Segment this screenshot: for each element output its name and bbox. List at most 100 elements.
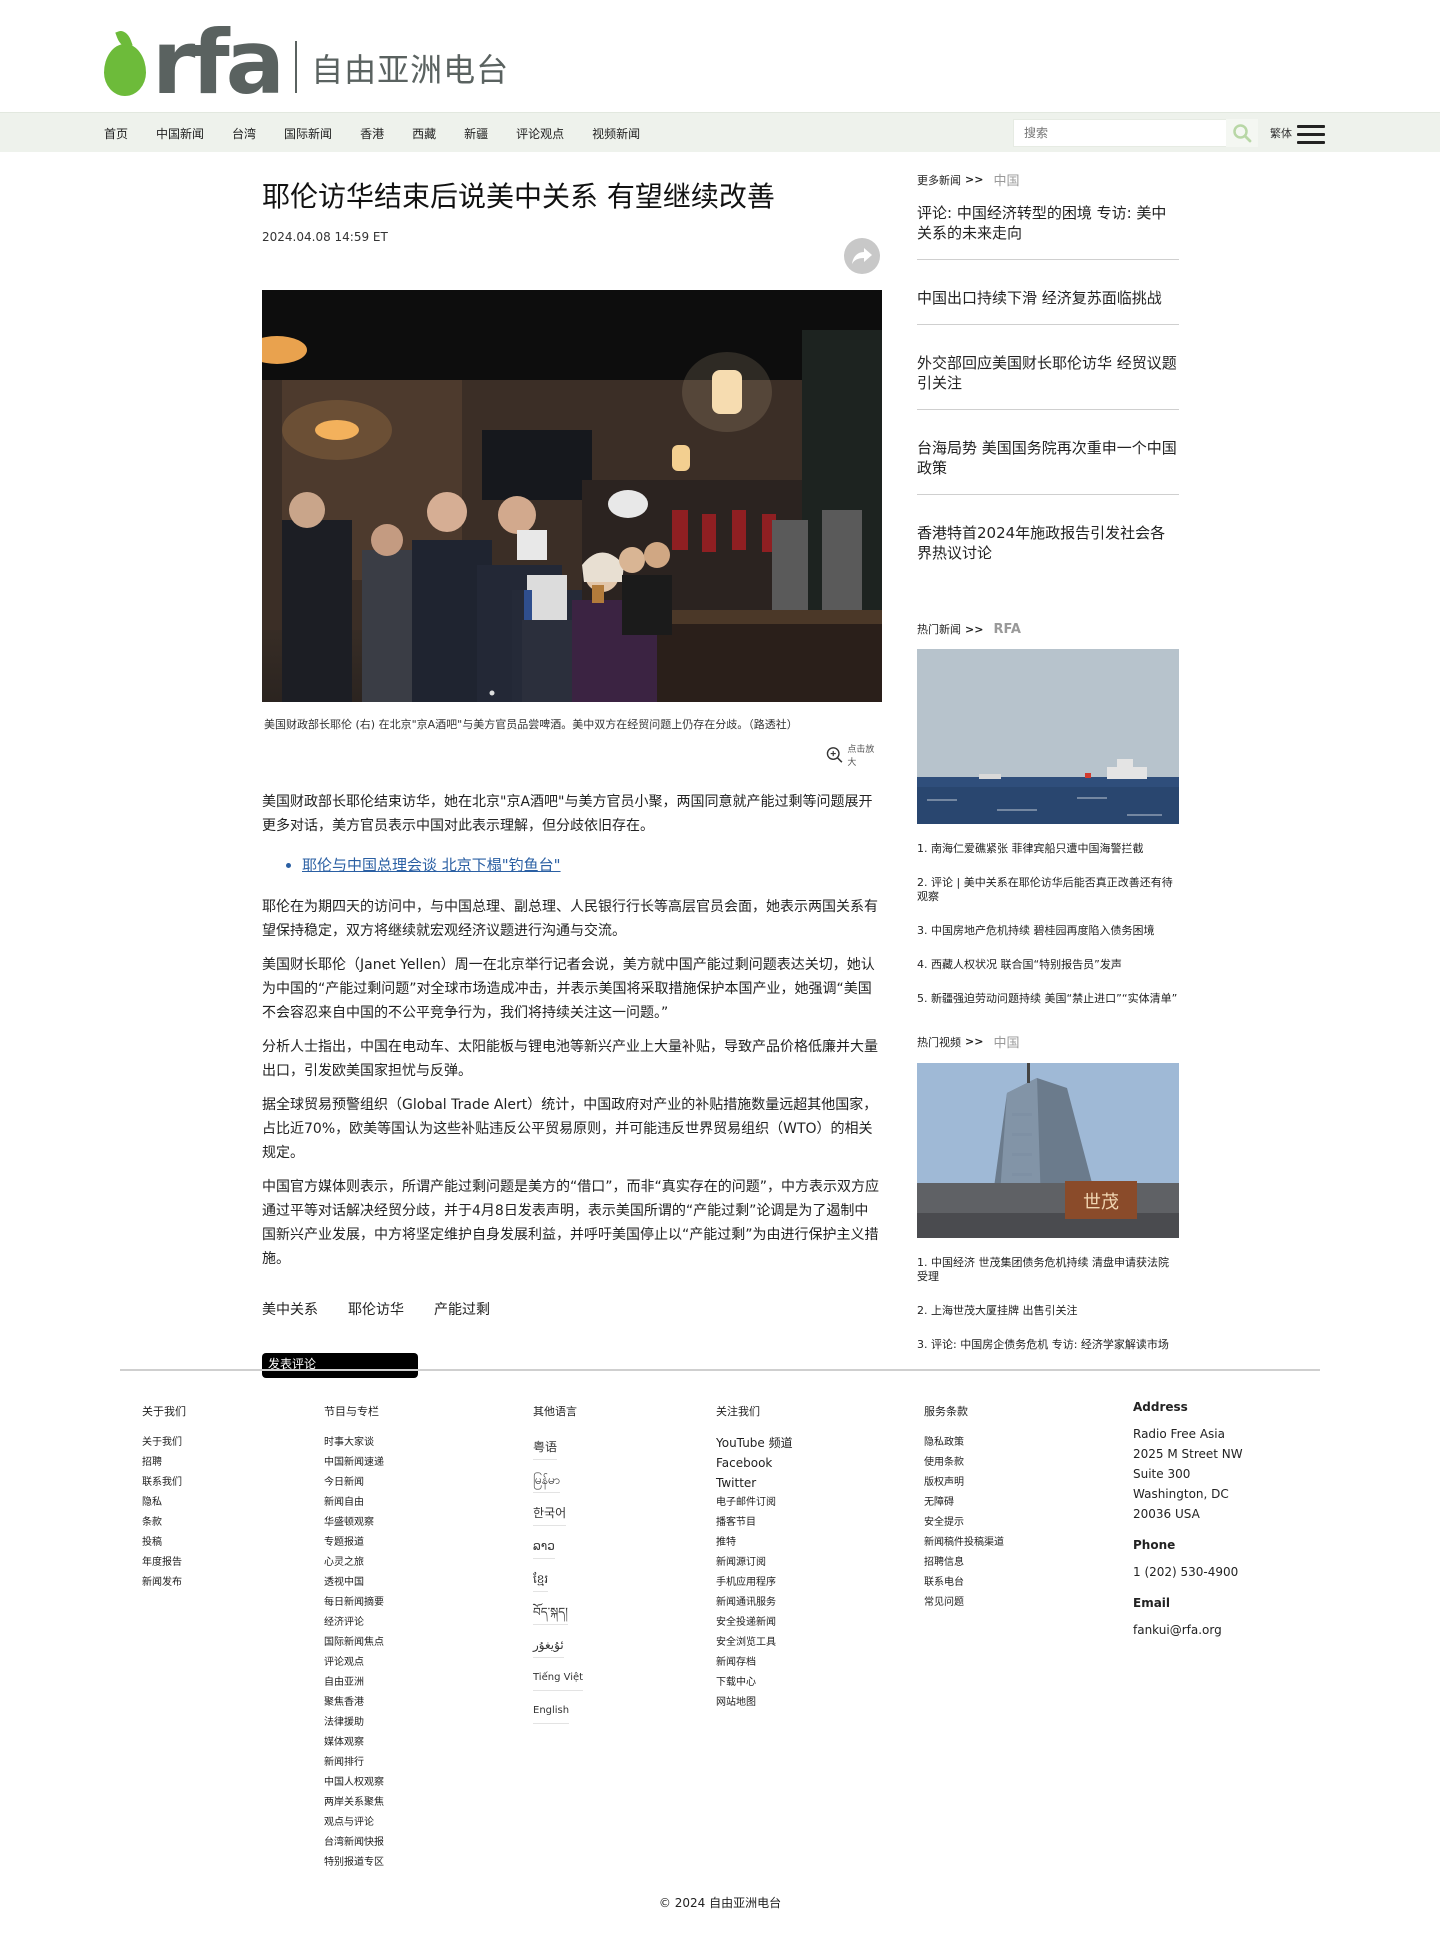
footer-link[interactable]: 安全投递新闻	[716, 1613, 793, 1633]
footer-link[interactable]: 透视中国	[324, 1573, 384, 1593]
hamburger-menu-icon[interactable]	[1297, 125, 1325, 145]
tag-link[interactable]: 产能过剩	[434, 1299, 490, 1319]
nav-item-international[interactable]: 国际新闻	[284, 125, 332, 142]
footer-link[interactable]: 手机应用程序	[716, 1573, 793, 1593]
footer-link[interactable]: 安全提示	[924, 1513, 1004, 1533]
search-input[interactable]	[1014, 120, 1226, 146]
footer-link[interactable]: 每日新闻摘要	[324, 1593, 384, 1613]
rfa-logo[interactable]: rfa 自由亚洲电台	[104, 19, 509, 107]
zoom-image-link[interactable]: 点击放大	[826, 742, 882, 768]
language-link[interactable]: Tiếng Việt	[533, 1664, 584, 1691]
popular-video-item[interactable]: 3. 评论: 中国房企债务危机 专访: 经济学家解读市场	[917, 1338, 1179, 1352]
nav-item-china-news[interactable]: 中国新闻	[156, 125, 204, 142]
language-link[interactable]: မြန်မာ	[533, 1466, 560, 1493]
footer-link[interactable]: 使用条款	[924, 1453, 1004, 1473]
popular-news-item[interactable]: 4. 西藏人权状况 联合国“特别报告员”发声	[917, 958, 1179, 972]
footer-link[interactable]: 投稿	[142, 1533, 186, 1553]
language-link[interactable]: བོད་སྐད།	[533, 1598, 568, 1625]
nav-item-xinjiang[interactable]: 新疆	[464, 125, 488, 142]
footer-link[interactable]: 网站地图	[716, 1693, 793, 1713]
popular-news-item[interactable]: 5. 新疆强迫劳动问题持续 美国“禁止进口”“实体清单”	[917, 992, 1179, 1006]
language-link[interactable]: 粤语	[533, 1433, 558, 1460]
sidebar-news-link[interactable]: 评论: 中国经济转型的困境 专访: 美中关系的未来走向	[917, 189, 1179, 260]
footer-link[interactable]: Facebook	[716, 1453, 793, 1473]
footer-link[interactable]: 媒体观察	[324, 1733, 384, 1753]
tag-link[interactable]: 美中关系	[262, 1299, 318, 1319]
footer-link[interactable]: 播客节目	[716, 1513, 793, 1533]
footer-link[interactable]: 台湾新闻快报	[324, 1833, 384, 1853]
section-sub-label[interactable]: 中国	[993, 170, 1019, 189]
footer-link[interactable]: 年度报告	[142, 1553, 186, 1573]
footer-link[interactable]: 今日新闻	[324, 1473, 384, 1493]
footer-link[interactable]: 新闻发布	[142, 1573, 186, 1593]
footer-link[interactable]: 新闻排行	[324, 1753, 384, 1773]
tag-link[interactable]: 耶伦访华	[348, 1299, 404, 1319]
footer-link[interactable]: 关于我们	[142, 1433, 186, 1453]
language-link[interactable]: 한국어	[533, 1499, 567, 1526]
sidebar-news-link[interactable]: 香港特首2024年施政报告引发社会各界热议讨论	[917, 495, 1179, 579]
footer-link[interactable]: 联系我们	[142, 1473, 186, 1493]
language-switch[interactable]: 繁体	[1270, 125, 1292, 141]
footer-link[interactable]: 评论观点	[324, 1653, 384, 1673]
footer-link[interactable]: 聚焦香港	[324, 1693, 384, 1713]
comment-button[interactable]: 发表评论	[262, 1353, 418, 1378]
footer-link[interactable]: 条款	[142, 1513, 186, 1533]
search-button[interactable]	[1226, 119, 1258, 147]
footer-link[interactable]: YouTube 频道	[716, 1433, 793, 1453]
footer-link[interactable]: 电子邮件订阅	[716, 1493, 793, 1513]
footer-link[interactable]: 法律援助	[324, 1713, 384, 1733]
footer-link[interactable]: 中国新闻速递	[324, 1453, 384, 1473]
footer-link[interactable]: 新闻自由	[324, 1493, 384, 1513]
popular-news-item[interactable]: 1. 南海仁爱礁紧张 菲律宾船只遭中国海警拦截	[917, 842, 1179, 856]
footer-link[interactable]: 版权声明	[924, 1473, 1004, 1493]
footer-link[interactable]: 安全浏览工具	[716, 1633, 793, 1653]
footer-link[interactable]: 联系电台	[924, 1573, 1004, 1593]
footer-link[interactable]: 招聘	[142, 1453, 186, 1473]
sidebar-news-link[interactable]: 中国出口持续下滑 经济复苏面临挑战	[917, 260, 1179, 325]
footer-link[interactable]: 下载中心	[716, 1673, 793, 1693]
article-hero-image[interactable]	[262, 290, 882, 702]
footer-link[interactable]: 推特	[716, 1533, 793, 1553]
footer-link[interactable]: 自由亚洲	[324, 1673, 384, 1693]
footer-link[interactable]: 常见问题	[924, 1593, 1004, 1613]
footer-link[interactable]: 新闻稿件投稿渠道	[924, 1533, 1004, 1553]
section-sub-label[interactable]: RFA	[993, 622, 1020, 637]
popular-news-image[interactable]	[917, 649, 1179, 824]
language-link[interactable]: English	[533, 1697, 570, 1724]
footer-link[interactable]: 经济评论	[324, 1613, 384, 1633]
sidebar-news-link[interactable]: 台海局势 美国国务院再次重申一个中国政策	[917, 410, 1179, 495]
section-sub-label[interactable]: 中国	[993, 1032, 1019, 1051]
footer-link[interactable]: 新闻存档	[716, 1653, 793, 1673]
nav-item-tibet[interactable]: 西藏	[412, 125, 436, 142]
nav-item-taiwan[interactable]: 台湾	[232, 125, 256, 142]
footer-link[interactable]: 新闻通讯服务	[716, 1593, 793, 1613]
footer-link[interactable]: 国际新闻焦点	[324, 1633, 384, 1653]
nav-item-opinion[interactable]: 评论观点	[516, 125, 564, 142]
nav-item-hongkong[interactable]: 香港	[360, 125, 384, 142]
language-link[interactable]: ខ្មែរ	[533, 1565, 549, 1592]
footer-link[interactable]: 两岸关系聚焦	[324, 1793, 384, 1813]
sidebar-news-link[interactable]: 外交部回应美国财长耶伦访华 经贸议题引关注	[917, 325, 1179, 410]
language-link[interactable]: ລາວ	[533, 1532, 555, 1559]
nav-item-home[interactable]: 首页	[104, 125, 128, 142]
footer-link[interactable]: Twitter	[716, 1473, 793, 1493]
footer-link[interactable]: 心灵之旅	[324, 1553, 384, 1573]
popular-video-item[interactable]: 2. 上海世茂大厦挂牌 出售引关注	[917, 1304, 1179, 1318]
share-button[interactable]	[844, 238, 880, 274]
popular-video-image[interactable]: 世茂	[917, 1063, 1179, 1238]
email-address[interactable]: fankui@rfa.org	[1133, 1620, 1243, 1640]
footer-link[interactable]: 华盛顿观察	[324, 1513, 384, 1533]
footer-link[interactable]: 中国人权观察	[324, 1773, 384, 1793]
footer-link[interactable]: 新闻源订阅	[716, 1553, 793, 1573]
footer-link[interactable]: 观点与评论	[324, 1813, 384, 1833]
footer-link[interactable]: 时事大家谈	[324, 1433, 384, 1453]
footer-link[interactable]: 专题报道	[324, 1533, 384, 1553]
popular-news-item[interactable]: 3. 中国房地产危机持续 碧桂园再度陷入债务困境	[917, 924, 1179, 938]
footer-link[interactable]: 特别报道专区	[324, 1853, 384, 1873]
popular-video-item[interactable]: 1. 中国经济 世茂集团债务危机持续 清盘申请获法院受理	[917, 1256, 1179, 1284]
footer-link[interactable]: 隐私	[142, 1493, 186, 1513]
phone-number[interactable]: 1 (202) 530-4900	[1133, 1562, 1243, 1582]
nav-item-video[interactable]: 视频新闻	[592, 125, 640, 142]
footer-link[interactable]: 无障碍	[924, 1493, 1004, 1513]
language-link[interactable]: ئۇيغۇر	[533, 1631, 564, 1658]
